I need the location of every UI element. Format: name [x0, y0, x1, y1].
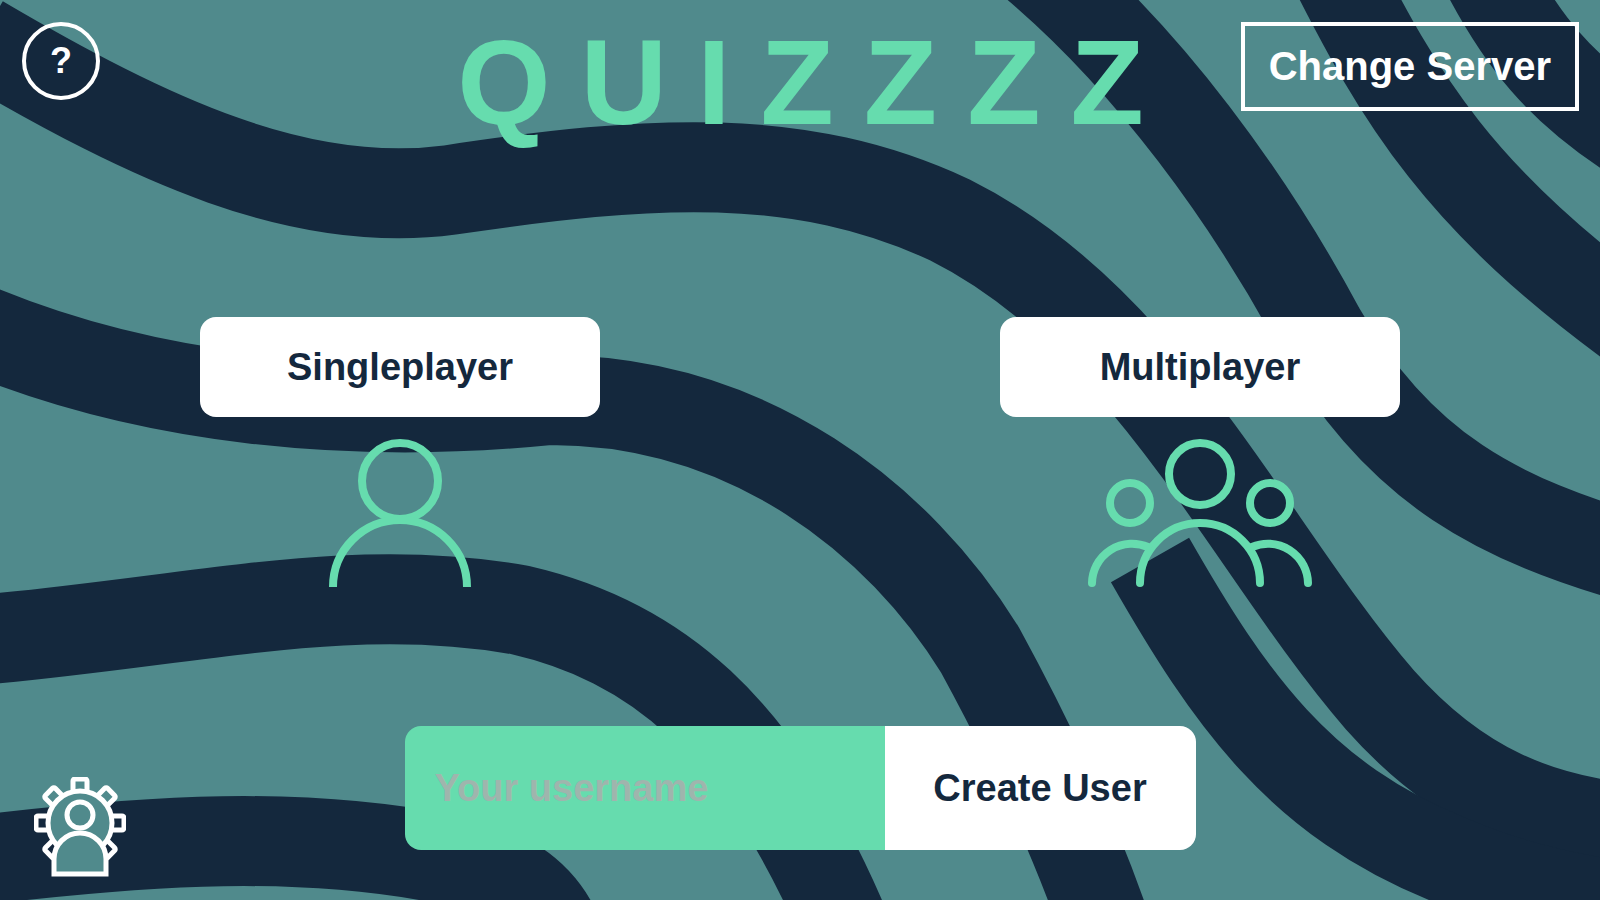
mode-selection: Singleplayer Multiplayer [0, 150, 1600, 726]
help-button[interactable]: ? [22, 22, 100, 100]
create-user-button[interactable]: Create User [885, 726, 1196, 850]
username-input[interactable] [405, 726, 885, 850]
person-icon [325, 439, 475, 589]
user-settings-button[interactable] [34, 777, 126, 877]
change-server-button[interactable]: Change Server [1241, 22, 1579, 111]
footer: Create User [0, 726, 1600, 900]
mode-option: Singleplayer [0, 317, 800, 589]
main-menu: ? QUIZZZZ Change Server Singleplayer Multipl… [0, 0, 1600, 900]
user-settings-icon [34, 777, 126, 877]
header: ? QUIZZZZ Change Server [0, 0, 1600, 150]
app-title: QUIZZZZ [427, 22, 1174, 142]
mode-button[interactable]: Singleplayer [200, 317, 600, 417]
create-user-form: Create User [405, 726, 1196, 850]
mode-option: Multiplayer [800, 317, 1600, 589]
mode-button[interactable]: Multiplayer [1000, 317, 1400, 417]
group-icon [1086, 439, 1314, 589]
